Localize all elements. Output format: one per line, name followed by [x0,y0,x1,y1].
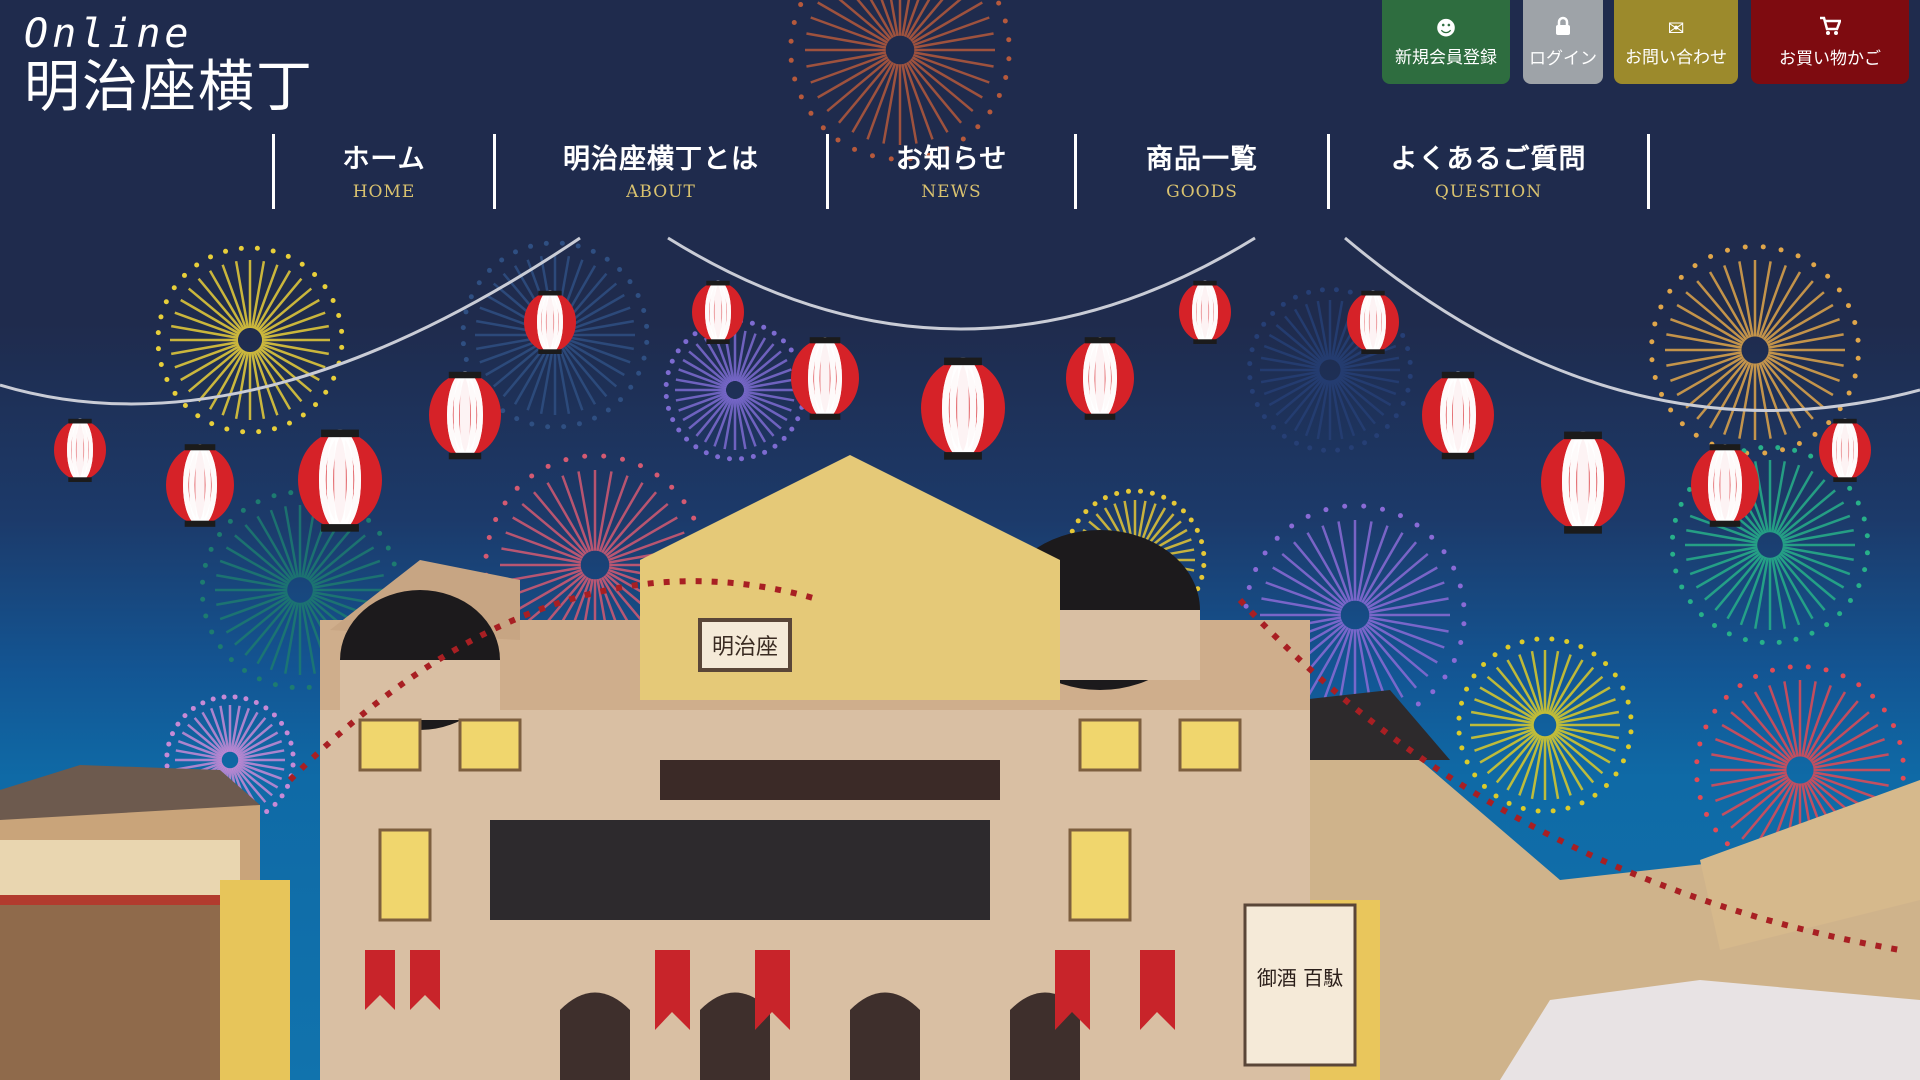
cart-icon [1819,16,1842,40]
paper-lantern [1066,337,1134,420]
firework-burst [155,245,345,435]
login-button[interactable]: ログイン [1523,0,1603,84]
paper-lantern [1179,280,1231,344]
paper-lantern [921,357,1005,460]
mail-icon: ✉ [1667,15,1685,40]
user-icon: ☻ [1435,15,1457,40]
paper-lantern [1347,290,1399,354]
firework-burst [1649,244,1861,456]
nav-goods[interactable]: 商品一覧 GOODS [1077,134,1330,209]
paper-lantern [1819,418,1871,482]
nav-goods-sub: GOODS [1166,181,1238,202]
paper-lantern [1691,444,1759,527]
lanterns [54,280,1871,534]
nav-news-label: お知らせ [895,143,1008,175]
nav-news-sub: NEWS [921,181,982,202]
nav-question-sub: QUESTION [1434,181,1543,202]
nav-question[interactable]: よくあるご質問 QUESTION [1330,134,1650,209]
paper-lantern [1541,431,1625,534]
paper-lantern [54,418,106,482]
cart-button[interactable]: お買い物かご [1751,0,1909,84]
cart-label: お買い物かご [1779,48,1881,69]
paper-lantern [298,429,382,532]
firework-burst [1456,636,1634,814]
firework-burst [663,318,807,462]
nav-about-sub: ABOUT [626,181,696,202]
paper-lantern [166,444,234,527]
left-buildings [0,765,290,1080]
nav-home-sub: HOME [352,181,416,202]
site-logo[interactable]: Online 明治座横丁 [24,12,314,120]
nav-about[interactable]: 明治座横丁とは ABOUT [496,134,829,209]
paper-lantern [1422,371,1494,460]
nav-goods-label: 商品一覧 [1146,143,1258,175]
nav-home[interactable]: ホーム HOME [275,134,496,209]
login-label: ログイン [1529,48,1597,69]
paper-lantern [429,371,501,460]
sake-banner: 御酒 百駄 [1257,966,1343,990]
contact-label: お問い合わせ [1625,47,1727,68]
lock-icon [1554,16,1572,40]
main-navigation: ホーム HOME 明治座横丁とは ABOUT お知らせ NEWS 商品一覧 GO… [272,134,1650,209]
contact-button[interactable]: ✉ お問い合わせ [1614,0,1738,84]
logo-site-name: 明治座横丁 [24,55,314,120]
register-button[interactable]: ☻ 新規会員登録 [1382,0,1510,84]
page: 明治座 御酒 百駄 Online 明治座横丁 ☻ 新規会員登録 ログイン ✉ お… [0,0,1920,1080]
register-label: 新規会員登録 [1395,47,1497,68]
theatre-sign: 明治座 [712,635,778,660]
nav-news[interactable]: お知らせ NEWS [829,134,1077,209]
nav-home-label: ホーム [342,143,426,175]
logo-online-text: Online [24,11,193,57]
nav-question-label: よくあるご質問 [1390,143,1587,175]
nav-about-label: 明治座横丁とは [563,143,759,175]
